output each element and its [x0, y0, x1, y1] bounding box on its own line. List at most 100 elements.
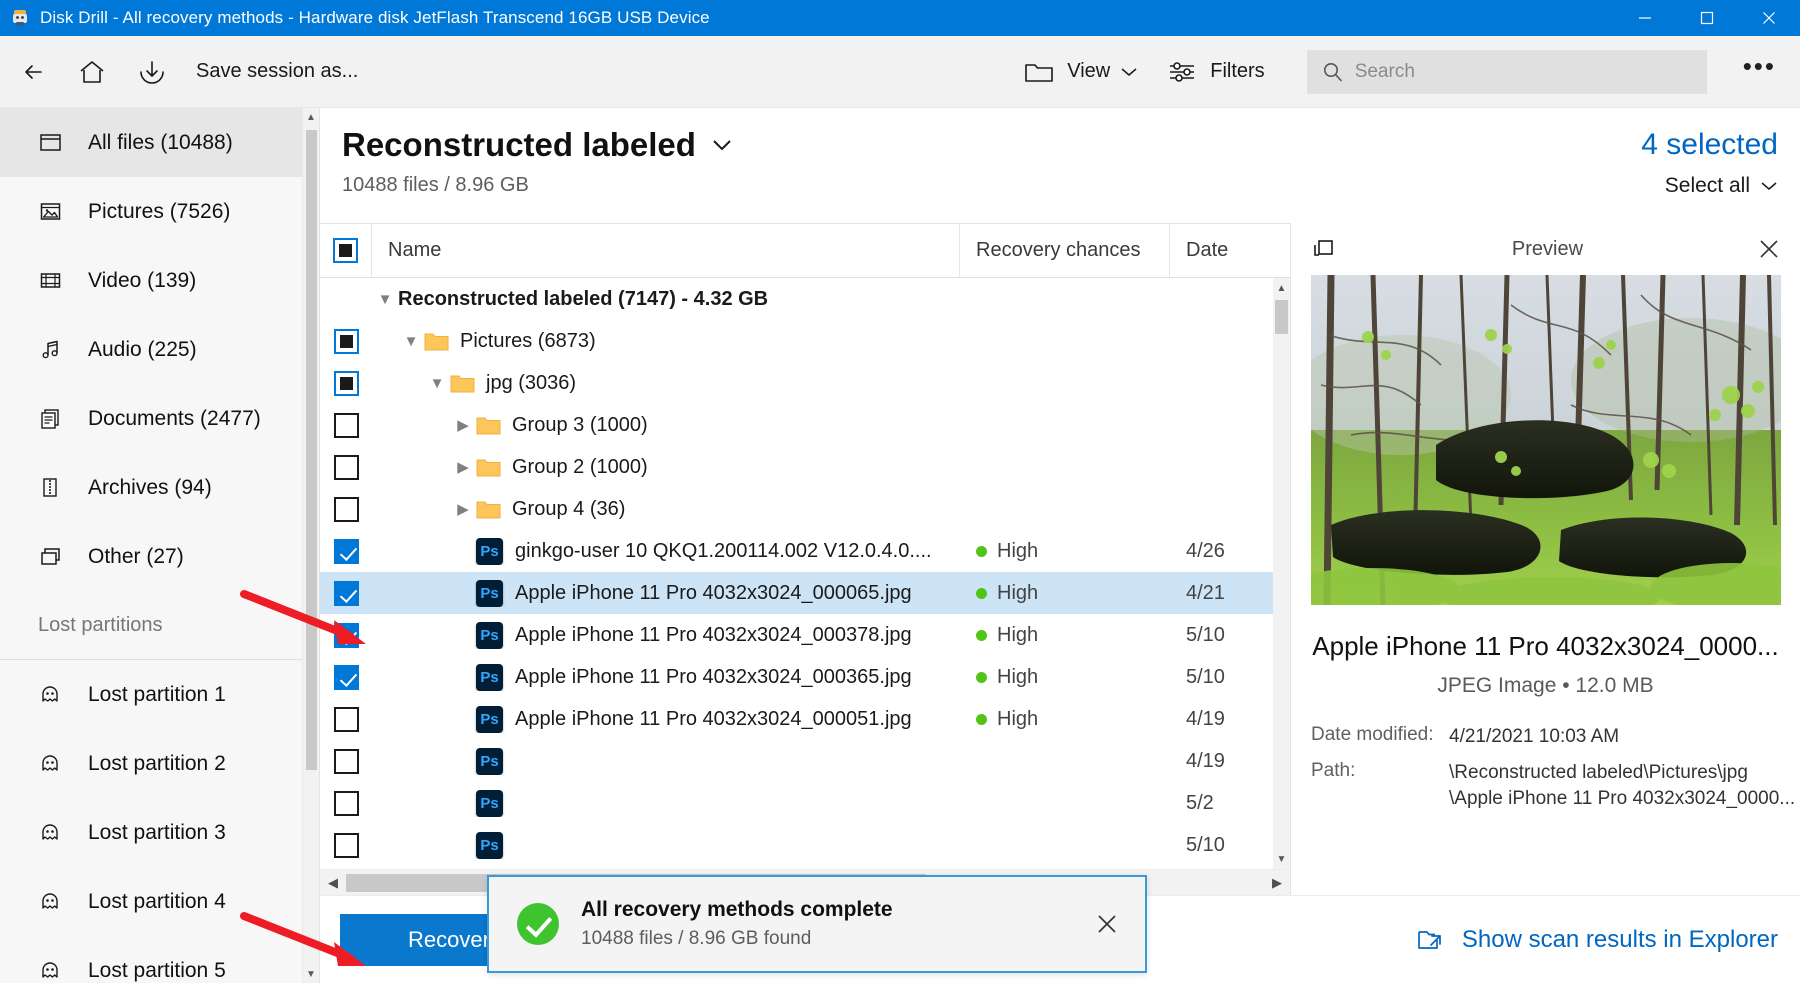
sidebar-item-lost-partition-3[interactable]: Lost partition 3: [0, 798, 319, 867]
row-name-cell: Ps: [372, 831, 960, 859]
view-button[interactable]: View: [1021, 44, 1138, 100]
row-name: Group 4 (36): [512, 497, 626, 520]
table-row[interactable]: ▼ Reconstructed labeled (7147) - 4.32 GB: [320, 278, 1290, 320]
scroll-down-icon[interactable]: ▼: [1273, 849, 1290, 869]
popout-icon[interactable]: [1311, 237, 1337, 261]
maximize-button[interactable]: [1676, 0, 1738, 36]
scroll-up-icon[interactable]: ▲: [303, 108, 319, 126]
row-checkbox-cell[interactable]: [320, 706, 372, 732]
table-row[interactable]: ▼ Pictures (6873): [320, 320, 1290, 362]
sidebar-scrollbar[interactable]: ▲ ▼: [302, 108, 319, 983]
row-checkbox[interactable]: [333, 664, 359, 690]
sidebar-item-lost-partition-1[interactable]: Lost partition 1: [0, 660, 319, 729]
sidebar-item-lost-partition-4[interactable]: Lost partition 4: [0, 867, 319, 936]
column-header-name[interactable]: Name: [372, 224, 960, 277]
row-checkbox[interactable]: [333, 706, 359, 732]
search-input[interactable]: Search: [1306, 49, 1707, 94]
twisty-right-icon[interactable]: ▶: [450, 458, 476, 476]
row-checkbox[interactable]: [333, 832, 359, 858]
table-row[interactable]: Ps 4/19: [320, 740, 1290, 782]
toast-close-button[interactable]: [1095, 912, 1119, 936]
table-row[interactable]: ▶ Group 2 (1000): [320, 446, 1290, 488]
sidebar-item-audio[interactable]: Audio (225): [0, 315, 319, 384]
select-all-checkbox[interactable]: [333, 238, 358, 263]
table-row[interactable]: Ps Apple iPhone 11 Pro 4032x3024_000365.…: [320, 656, 1290, 698]
row-name-cell: ▼ Pictures (6873): [372, 330, 960, 353]
row-checkbox-cell[interactable]: [320, 496, 372, 522]
sidebar-item-archives[interactable]: Archives (94): [0, 453, 319, 522]
select-all-button[interactable]: Select all: [1641, 174, 1778, 198]
scrollbar-thumb[interactable]: [1275, 300, 1288, 334]
row-name-cell: Ps: [372, 789, 960, 817]
row-checkbox-cell[interactable]: [320, 412, 372, 438]
select-all-checkbox-cell[interactable]: [320, 224, 372, 277]
row-checkbox-cell[interactable]: [320, 790, 372, 816]
row-checkbox-cell[interactable]: [320, 622, 372, 648]
chevron-down-icon[interactable]: [710, 137, 734, 153]
row-checkbox-cell[interactable]: [320, 748, 372, 774]
row-checkbox[interactable]: [333, 790, 359, 816]
scroll-right-icon[interactable]: ▶: [1264, 875, 1290, 891]
row-checkbox[interactable]: [333, 328, 359, 354]
table-row[interactable]: Ps Apple iPhone 11 Pro 4032x3024_000051.…: [320, 698, 1290, 740]
minimize-button[interactable]: [1614, 0, 1676, 36]
table-row[interactable]: ▶ Group 4 (36): [320, 488, 1290, 530]
twisty-right-icon[interactable]: ▶: [450, 500, 476, 518]
sidebar-item-documents[interactable]: Documents (2477): [0, 384, 319, 453]
sidebar-item-lost-partition-2[interactable]: Lost partition 2: [0, 729, 319, 798]
twisty-down-icon[interactable]: ▼: [398, 333, 424, 350]
row-recovery-cell: High: [960, 540, 1170, 563]
page-title-row[interactable]: Reconstructed labeled: [342, 126, 734, 164]
file-list-vertical-scrollbar[interactable]: ▲ ▼: [1273, 278, 1290, 869]
close-icon[interactable]: [1758, 238, 1780, 260]
sidebar-item-lost-partition-5[interactable]: Lost partition 5: [0, 936, 319, 983]
row-checkbox[interactable]: [333, 538, 359, 564]
row-checkbox-cell[interactable]: [320, 580, 372, 606]
filters-button[interactable]: Filters: [1164, 44, 1265, 100]
sidebar-item-other[interactable]: Other (27): [0, 522, 319, 591]
preview-image[interactable]: [1311, 275, 1781, 605]
twisty-down-icon[interactable]: ▼: [424, 375, 450, 392]
table-row[interactable]: Ps ginkgo-user 10 QKQ1.200114.002 V12.0.…: [320, 530, 1290, 572]
row-checkbox[interactable]: [333, 412, 359, 438]
close-button[interactable]: [1738, 0, 1800, 36]
row-checkbox-cell[interactable]: [320, 538, 372, 564]
scroll-down-icon[interactable]: ▼: [303, 965, 319, 983]
row-checkbox[interactable]: [333, 496, 359, 522]
table-row[interactable]: Ps Apple iPhone 11 Pro 4032x3024_000065.…: [320, 572, 1290, 614]
row-checkbox-cell[interactable]: [320, 664, 372, 690]
row-checkbox[interactable]: [333, 622, 359, 648]
sidebar-item-video[interactable]: Video (139): [0, 246, 319, 315]
row-checkbox[interactable]: [333, 454, 359, 480]
row-recovery: High: [997, 581, 1039, 604]
table-row[interactable]: Ps 5/10: [320, 824, 1290, 866]
sidebar-item-pictures[interactable]: Pictures (7526): [0, 177, 319, 246]
row-checkbox[interactable]: [333, 370, 359, 396]
scrollbar-thumb[interactable]: [306, 130, 317, 770]
home-button[interactable]: [64, 44, 120, 100]
table-row[interactable]: ▼ jpg (3036): [320, 362, 1290, 404]
save-session-button[interactable]: Save session as...: [124, 44, 358, 100]
row-checkbox[interactable]: [333, 580, 359, 606]
table-row[interactable]: Ps 5/2: [320, 782, 1290, 824]
column-header-date[interactable]: Date: [1170, 224, 1290, 277]
twisty-down-icon[interactable]: ▼: [372, 291, 398, 308]
table-row[interactable]: Ps Apple iPhone 11 Pro 4032x3024_000378.…: [320, 614, 1290, 656]
search-placeholder: Search: [1354, 60, 1415, 82]
more-options-button[interactable]: •••: [1733, 53, 1800, 83]
row-checkbox-cell[interactable]: [320, 370, 372, 396]
table-row[interactable]: ▶ Group 3 (1000): [320, 404, 1290, 446]
sidebar-item-all-files[interactable]: All files (10488): [0, 108, 319, 177]
back-button[interactable]: [8, 44, 64, 100]
scroll-up-icon[interactable]: ▲: [1273, 278, 1290, 298]
column-header-recovery-chances[interactable]: Recovery chances: [960, 224, 1170, 277]
row-date-cell: 5/10: [1186, 833, 1225, 856]
row-checkbox[interactable]: [333, 748, 359, 774]
row-checkbox-cell[interactable]: [320, 832, 372, 858]
row-checkbox-cell[interactable]: [320, 328, 372, 354]
twisty-right-icon[interactable]: ▶: [450, 416, 476, 434]
scroll-left-icon[interactable]: ◀: [320, 875, 346, 891]
success-check-icon: [517, 903, 559, 945]
row-checkbox-cell[interactable]: [320, 454, 372, 480]
show-in-explorer-button[interactable]: Show scan results in Explorer: [1416, 926, 1778, 954]
